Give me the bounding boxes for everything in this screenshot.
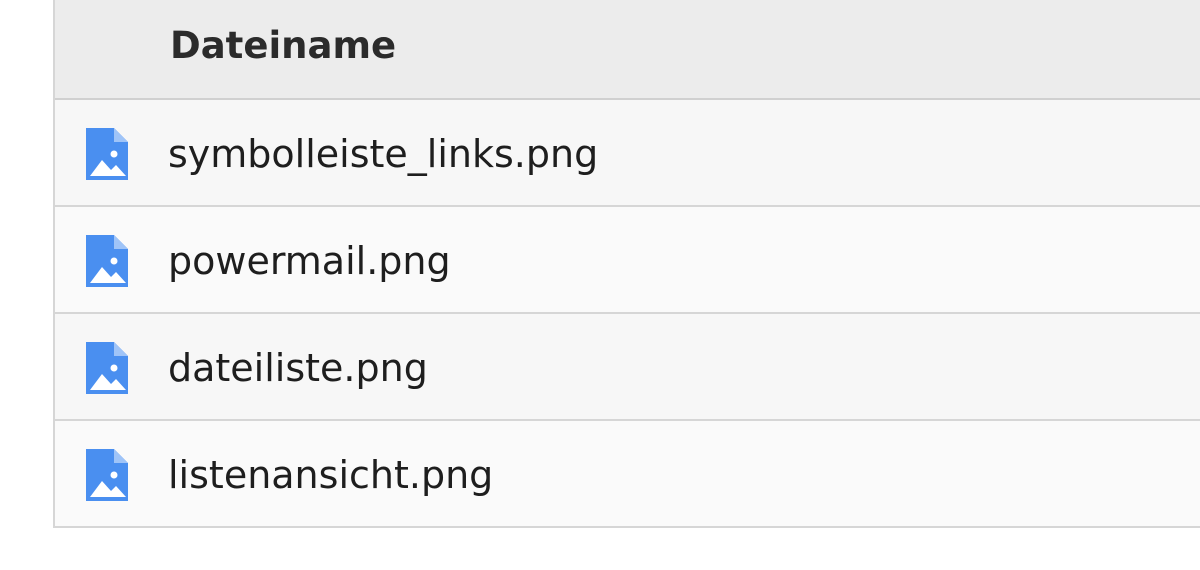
image-file-icon [84,126,130,182]
file-name[interactable]: dateiliste.png [168,345,428,391]
file-name[interactable]: listenansicht.png [168,452,493,498]
image-file-icon [84,340,130,396]
column-header-filename[interactable]: Dateiname [170,24,396,68]
table-row[interactable]: symbolleiste_links.png [55,100,1200,207]
table-row[interactable]: dateiliste.png [55,314,1200,421]
file-name[interactable]: symbolleiste_links.png [168,131,598,177]
table-header: Dateiname [55,0,1200,100]
table-row[interactable]: listenansicht.png [55,421,1200,528]
file-name[interactable]: powermail.png [168,238,451,284]
file-list-table: Dateiname symbolleiste_links.png powerma… [53,0,1200,528]
table-row[interactable]: powermail.png [55,207,1200,314]
image-file-icon [84,233,130,289]
image-file-icon [84,447,130,503]
